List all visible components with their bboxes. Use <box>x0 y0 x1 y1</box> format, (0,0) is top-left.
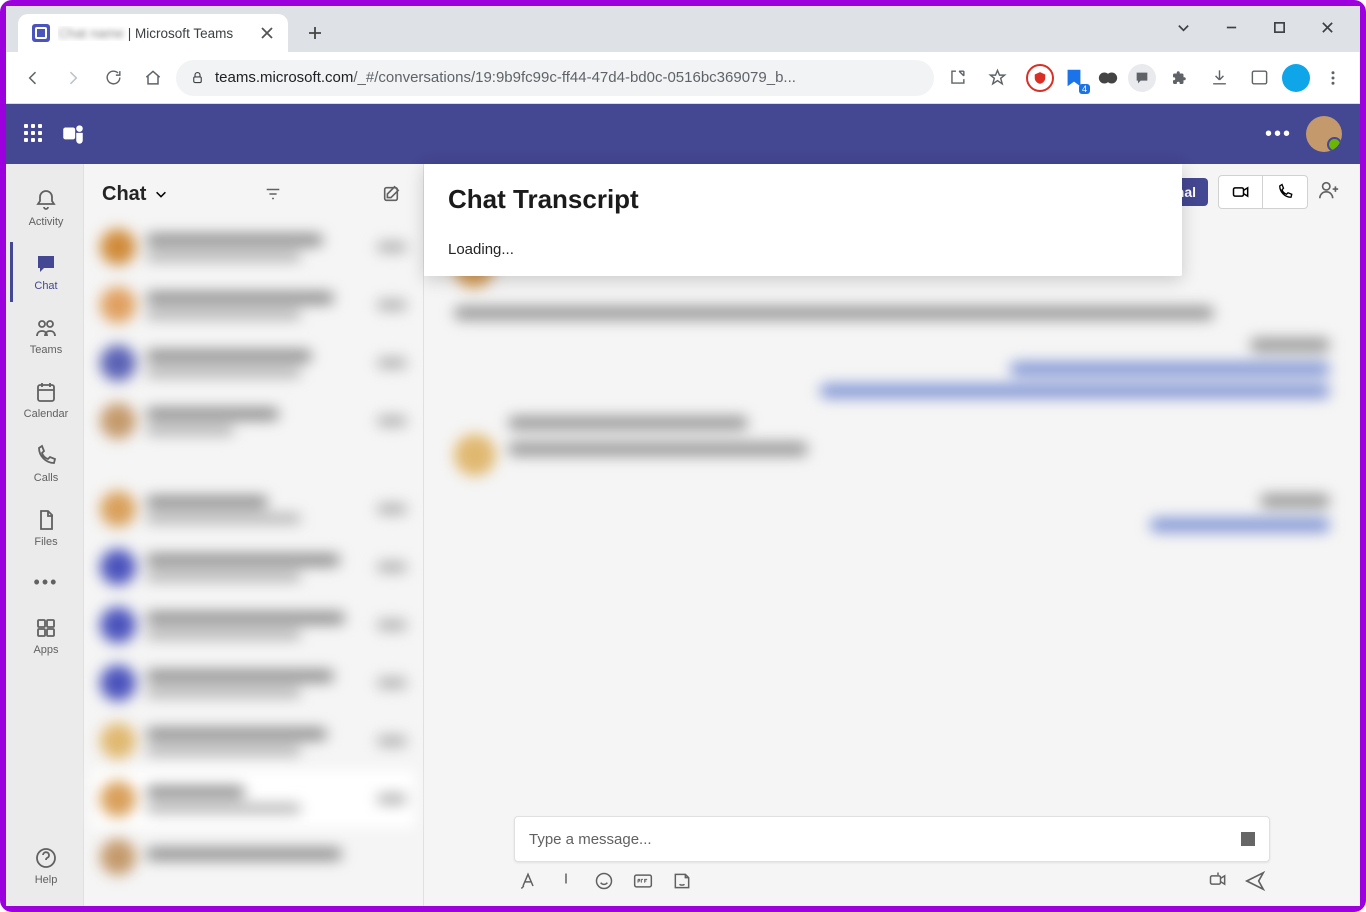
message-input[interactable]: Type a message... <box>514 816 1270 862</box>
new-tab-button[interactable] <box>300 18 330 48</box>
compose-toolbar <box>514 862 1270 892</box>
extensions-row: 4 <box>1026 61 1350 95</box>
reload-button[interactable] <box>96 61 130 95</box>
home-button[interactable] <box>136 61 170 95</box>
compose-area: Type a message... <box>424 804 1360 906</box>
chat-list-items[interactable] <box>84 218 423 906</box>
sidepanel-icon[interactable] <box>1242 61 1276 95</box>
back-button[interactable] <box>16 61 50 95</box>
browser-titlebar: Chat name | Microsoft Teams <box>6 6 1360 52</box>
browser-address-bar: teams.microsoft.com/_#/conversations/19:… <box>6 52 1360 104</box>
video-call-button[interactable] <box>1219 176 1263 208</box>
app-rail: Activity Chat Teams Calendar Calls Files… <box>6 164 84 906</box>
send-icon[interactable] <box>1244 870 1266 892</box>
rail-teams[interactable]: Teams <box>10 306 80 366</box>
rail-more[interactable]: ••• <box>10 562 80 602</box>
conversation-messages[interactable] <box>424 220 1360 804</box>
extension-bookmark-icon[interactable]: 4 <box>1060 64 1088 92</box>
popup-loading-text: Loading... <box>448 241 1158 258</box>
profile-avatar[interactable] <box>1306 116 1342 152</box>
minimize-icon[interactable] <box>1208 12 1254 42</box>
conversation-panel: Chat Transcript Loading... ernal <box>424 164 1360 906</box>
browser-tab[interactable]: Chat name | Microsoft Teams <box>18 14 288 52</box>
meet-now-icon[interactable] <box>1208 870 1228 890</box>
teams-logo-icon <box>60 121 86 147</box>
emoji-icon[interactable] <box>594 871 614 891</box>
forward-button[interactable] <box>56 61 90 95</box>
window-controls <box>1160 12 1360 52</box>
rail-activity[interactable]: Activity <box>10 178 80 238</box>
tab-title: Chat name | Microsoft Teams <box>58 26 252 41</box>
chat-list-panel: Chat <box>84 164 424 906</box>
extension-game-icon[interactable] <box>1094 64 1122 92</box>
call-buttons-group <box>1218 175 1308 209</box>
popup-title: Chat Transcript <box>448 184 1158 215</box>
rail-calendar[interactable]: Calendar <box>10 370 80 430</box>
format-icon[interactable] <box>518 871 538 891</box>
url-input[interactable]: teams.microsoft.com/_#/conversations/19:… <box>176 60 934 96</box>
chevron-down-icon[interactable] <box>154 187 168 201</box>
maximize-icon[interactable] <box>1256 12 1302 42</box>
priority-icon[interactable] <box>556 871 576 891</box>
chat-heading: Chat <box>102 183 146 206</box>
new-chat-icon[interactable] <box>377 180 405 208</box>
rail-calls[interactable]: Calls <box>10 434 80 494</box>
extensions-puzzle-icon[interactable] <box>1162 61 1196 95</box>
rail-help[interactable]: Help <box>10 836 80 896</box>
add-people-button[interactable] <box>1318 179 1340 206</box>
teams-favicon <box>32 24 50 42</box>
rail-apps[interactable]: Apps <box>10 606 80 666</box>
gif-icon[interactable] <box>632 871 654 891</box>
close-tab-icon[interactable] <box>260 26 274 40</box>
sticker-icon[interactable] <box>672 871 692 891</box>
bookmark-star-icon[interactable] <box>980 61 1014 95</box>
teams-main: Activity Chat Teams Calendar Calls Files… <box>6 164 1360 906</box>
rail-chat[interactable]: Chat <box>10 242 80 302</box>
ublock-icon[interactable] <box>1026 64 1054 92</box>
chrome-menu-icon[interactable] <box>1316 61 1350 95</box>
compose-expand-icon[interactable] <box>1241 832 1255 846</box>
audio-call-button[interactable] <box>1263 176 1307 208</box>
chat-transcript-popup: Chat Transcript Loading... <box>424 164 1182 276</box>
rail-files[interactable]: Files <box>10 498 80 558</box>
chat-list-header: Chat <box>84 164 423 218</box>
header-more-icon[interactable]: ••• <box>1265 123 1292 146</box>
teams-app-header: ••• <box>6 104 1360 164</box>
lock-icon <box>190 70 205 85</box>
app-launcher-icon[interactable] <box>24 124 44 144</box>
filter-icon[interactable] <box>259 180 287 208</box>
extension-chat-icon[interactable] <box>1128 64 1156 92</box>
close-window-icon[interactable] <box>1304 12 1350 42</box>
share-icon[interactable] <box>940 61 974 95</box>
extension-s-icon[interactable] <box>1282 64 1310 92</box>
tab-search-icon[interactable] <box>1160 12 1206 42</box>
downloads-icon[interactable] <box>1202 61 1236 95</box>
